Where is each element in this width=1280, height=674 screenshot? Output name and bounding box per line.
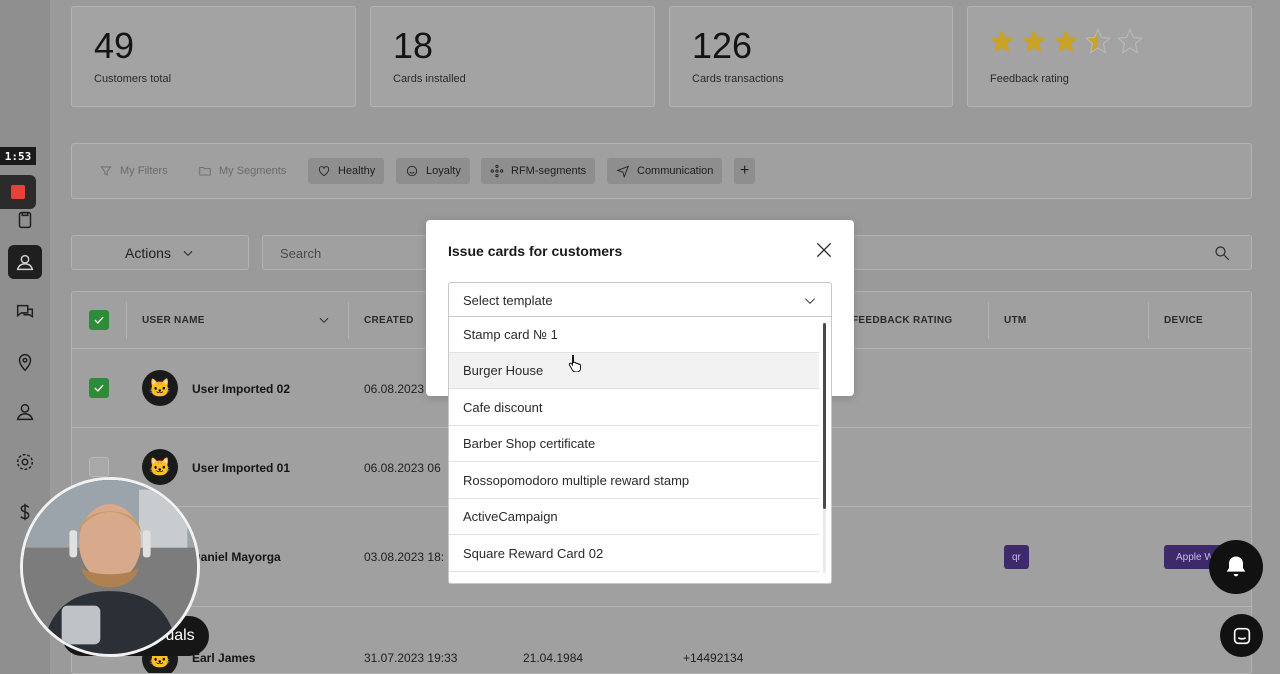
search-icon[interactable] <box>1213 244 1231 262</box>
template-options-list[interactable]: Stamp card № 1 Burger House Cafe discoun… <box>448 317 832 584</box>
location-pin-icon[interactable] <box>10 347 40 377</box>
recording-timer: 1:53 <box>0 147 36 165</box>
header-feedback-rating[interactable]: FEEDBACK RATING <box>852 315 952 326</box>
header-utm[interactable]: UTM <box>1004 315 1027 326</box>
stat-label: Cards installed <box>393 73 466 85</box>
option-activecampaign[interactable]: ActiveCampaign <box>449 499 819 535</box>
scrollbar-thumb[interactable] <box>823 323 826 509</box>
segment-filter-bar: My Filters My Segments Healthy Loyalty R… <box>71 143 1252 199</box>
notifications-button[interactable] <box>1209 540 1263 594</box>
chip-communication[interactable]: Communication <box>607 158 723 184</box>
modal-title: Issue cards for customers <box>448 243 623 259</box>
chip-label: Healthy <box>338 165 376 177</box>
chip-rfm-segments[interactable]: RFM-segments <box>481 158 596 184</box>
option-cafe-discount[interactable]: Cafe discount <box>449 390 819 426</box>
clipboard-icon[interactable] <box>10 205 40 235</box>
customers-icon[interactable] <box>8 245 42 279</box>
created-date: 03.08.2023 18: <box>364 550 445 564</box>
header-device[interactable]: DEVICE <box>1164 315 1203 326</box>
header-user-name[interactable]: USER NAME <box>142 315 205 326</box>
stat-label: Customers total <box>94 73 172 85</box>
stat-card-cards-installed: 18 Cards installed <box>370 6 655 107</box>
created-date: 31.07.2023 19:33 <box>364 651 458 665</box>
check-icon <box>94 384 104 392</box>
option-barber-shop-certificate[interactable]: Barber Shop certificate <box>449 426 819 462</box>
user-name[interactable]: User Imported 02 <box>192 382 290 396</box>
chip-healthy[interactable]: Healthy <box>308 158 385 184</box>
hand-cursor-icon <box>568 355 581 372</box>
chip-label: Loyalty <box>426 165 461 177</box>
stat-card-transactions: 126 Cards transactions <box>669 6 953 107</box>
chip-label: My Segments <box>219 165 287 177</box>
stat-card-feedback: Feedback rating <box>967 6 1252 107</box>
check-icon <box>94 316 104 324</box>
user-icon[interactable] <box>10 397 40 427</box>
chevron-down-icon <box>183 250 193 256</box>
user-name[interactable]: Earl James <box>192 651 255 665</box>
star-full-icon <box>1054 29 1078 53</box>
avatar: 🐱 <box>142 449 178 485</box>
user-name[interactable]: User Imported 01 <box>192 461 290 475</box>
template-select[interactable]: Select template <box>448 282 832 317</box>
chip-label: Communication <box>637 165 714 177</box>
chat-bubble-icon <box>1233 627 1250 644</box>
avatar: 🐱 <box>142 370 178 406</box>
table-row[interactable]: 🐱 Earl James 31.07.2023 19:33 21.04.1984… <box>72 607 1251 673</box>
chevron-down-icon <box>805 298 815 304</box>
search-placeholder: Search <box>280 246 322 261</box>
stat-label: Cards transactions <box>692 73 784 85</box>
stat-card-customers: 49 Customers total <box>71 6 356 107</box>
actions-dropdown-button[interactable]: Actions <box>71 235 249 270</box>
created-date: 06.08.2023 <box>364 382 425 396</box>
stat-value: 18 <box>393 25 434 66</box>
option-square-reward-card-02[interactable]: Square Reward Card 02 <box>449 536 819 572</box>
presenter-webcam <box>20 477 200 657</box>
bell-icon <box>1226 556 1246 577</box>
select-all-checkbox[interactable] <box>89 310 109 330</box>
folder-icon <box>199 167 211 176</box>
header-created[interactable]: CREATED <box>364 315 414 326</box>
utm-tag: qr <box>1004 545 1029 569</box>
chip-my-filters[interactable]: My Filters <box>90 158 177 184</box>
settings-gear-icon[interactable] <box>10 447 40 477</box>
birthday: 21.04.1984 <box>523 651 584 665</box>
chip-label: RFM-segments <box>511 165 587 177</box>
option-stamp-card-1[interactable]: Stamp card № 1 <box>449 317 819 353</box>
chip-my-segments[interactable]: My Segments <box>189 158 295 184</box>
user-name[interactable]: Daniel Mayorga <box>192 550 281 564</box>
stat-value: 49 <box>94 25 135 66</box>
row-checkbox[interactable] <box>89 457 109 477</box>
chip-loyalty[interactable]: Loyalty <box>396 158 470 184</box>
chip-label: My Filters <box>120 165 168 177</box>
network-icon <box>490 164 504 178</box>
close-button[interactable] <box>814 240 834 260</box>
presenter-video-frame <box>23 480 197 654</box>
star-half-icon <box>1084 27 1112 54</box>
rating-stars <box>988 27 1144 55</box>
close-icon <box>816 242 832 258</box>
filter-icon <box>100 166 112 176</box>
send-icon <box>616 165 630 178</box>
stop-icon <box>11 185 25 199</box>
phone: +14492134 <box>683 651 744 665</box>
stat-label: Feedback rating <box>990 73 1069 85</box>
option-burger-house[interactable]: Burger House <box>449 353 819 389</box>
chevron-down-icon[interactable] <box>317 313 331 327</box>
star-empty-icon <box>1116 27 1144 54</box>
star-full-icon <box>990 29 1014 53</box>
star-full-icon <box>1022 29 1046 53</box>
created-date: 06.08.2023 06 <box>364 461 441 475</box>
add-segment-button[interactable]: + <box>734 158 756 184</box>
support-chat-button[interactable] <box>1220 614 1263 657</box>
heart-icon <box>318 166 330 177</box>
actions-label: Actions <box>125 244 171 261</box>
chat-icon[interactable] <box>10 297 40 327</box>
row-checkbox[interactable] <box>89 378 109 398</box>
select-placeholder: Select template <box>463 293 553 308</box>
stat-value: 126 <box>692 25 753 66</box>
option-rossopomodoro[interactable]: Rossopomodoro multiple reward stamp <box>449 463 819 499</box>
smile-icon <box>406 165 418 177</box>
stop-recording-button[interactable] <box>0 175 36 209</box>
